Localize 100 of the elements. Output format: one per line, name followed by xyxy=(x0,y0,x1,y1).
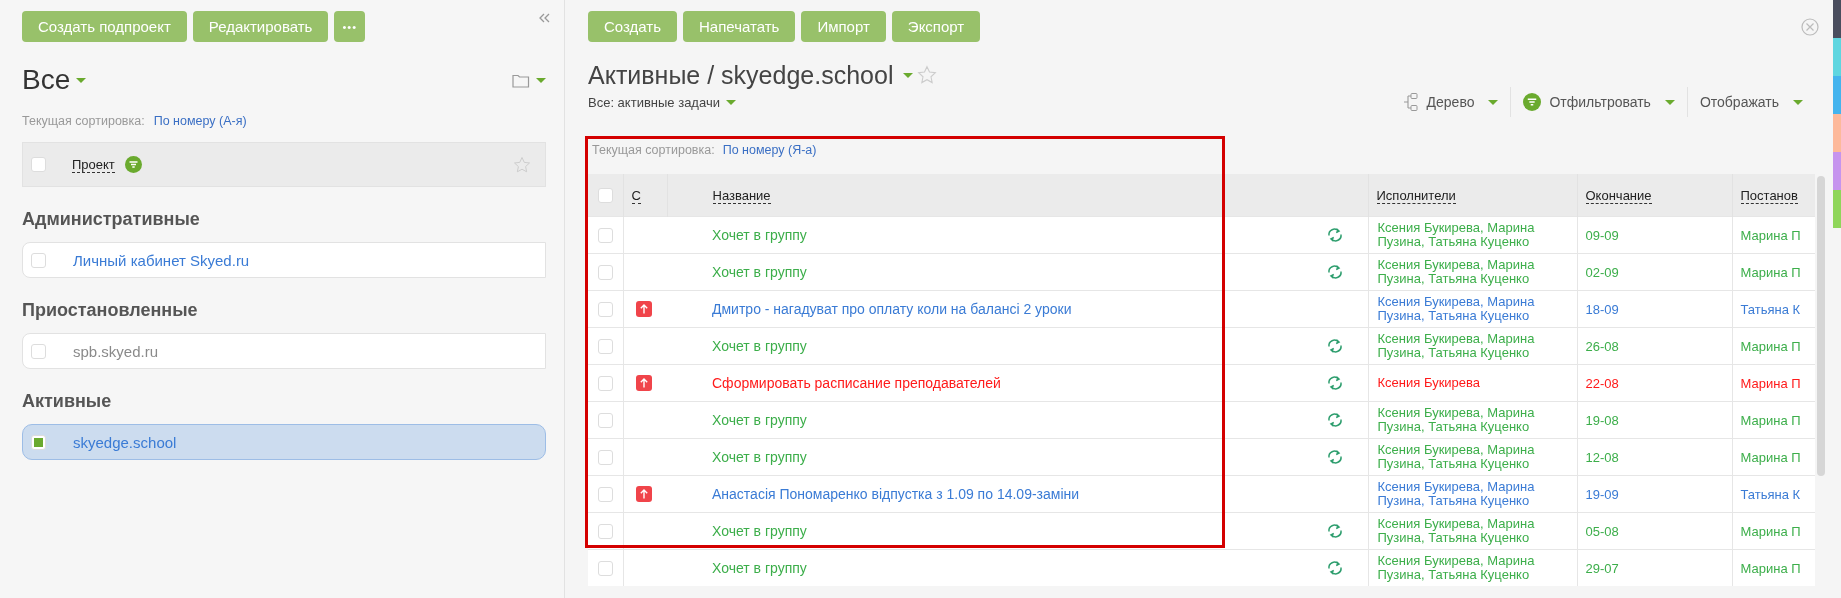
filter-icon[interactable] xyxy=(124,156,142,173)
author-text[interactable]: Марина П xyxy=(1740,264,1801,280)
task-title[interactable]: Сформировать расписание преподавателей xyxy=(712,375,1001,391)
author-text[interactable]: Татьяна К xyxy=(1740,486,1801,502)
task-title[interactable]: Хочет в группу xyxy=(712,412,807,428)
checkbox[interactable] xyxy=(598,561,613,577)
checkbox[interactable] xyxy=(598,376,613,392)
sort-link[interactable]: По номеру (А-я) xyxy=(153,114,247,128)
checkbox[interactable] xyxy=(598,265,613,281)
toolbar-button[interactable]: Редактировать xyxy=(192,11,329,42)
assignees-text[interactable]: Ксения Букирева, Марина Пузина, Татьяна Куценко xyxy=(1377,406,1557,434)
caret-icon[interactable] xyxy=(1664,99,1675,105)
author-text[interactable]: Марина П xyxy=(1740,412,1801,428)
sort-label: Текущая сортировка: xyxy=(592,143,715,157)
author-text[interactable]: Марина П xyxy=(1740,338,1801,354)
assignees-text[interactable]: Ксения Букирева, Марина Пузина, Татьяна Куценко xyxy=(1377,517,1557,545)
checkbox[interactable] xyxy=(31,434,46,450)
toolbar-button[interactable]: Экспорт xyxy=(891,11,981,42)
project-name[interactable]: Личный кабинет Skyed.ru xyxy=(73,251,250,269)
star-icon[interactable] xyxy=(513,155,531,174)
checkbox[interactable] xyxy=(31,252,46,268)
filter-icon[interactable] xyxy=(1523,93,1542,111)
collapse-icon[interactable] xyxy=(538,13,550,23)
color-tab[interactable] xyxy=(1833,38,1841,76)
toolbar-button[interactable]: Напечатать xyxy=(683,11,796,42)
toolbar-button[interactable]: Создать xyxy=(588,11,677,42)
caret-icon[interactable] xyxy=(1793,99,1803,105)
column-header[interactable]: Окончание xyxy=(1585,188,1652,204)
task-title[interactable]: Хочет в группу xyxy=(712,338,807,354)
caret-icon[interactable] xyxy=(725,99,736,105)
color-tab[interactable] xyxy=(1833,0,1841,38)
caret-icon[interactable] xyxy=(903,72,914,78)
column-header[interactable]: Проект xyxy=(72,156,115,173)
due-date: 12-08 xyxy=(1585,449,1619,465)
toolbar-button[interactable]: Импорт xyxy=(801,11,886,42)
due-date: 19-08 xyxy=(1585,412,1619,428)
assignees-text[interactable]: Ксения Букирева, Марина Пузина, Татьяна Куценко xyxy=(1377,221,1557,249)
assignees-text[interactable]: Ксения Букирева, Марина Пузина, Татьяна Куценко xyxy=(1377,443,1557,471)
column-header[interactable]: С xyxy=(631,188,641,204)
checkbox[interactable] xyxy=(31,157,46,172)
close-icon[interactable] xyxy=(1801,17,1819,36)
color-tab[interactable] xyxy=(1833,114,1841,152)
project-name[interactable]: spb.skyed.ru xyxy=(73,342,159,360)
color-tab[interactable] xyxy=(1833,152,1841,190)
author-text[interactable]: Марина П xyxy=(1740,375,1801,391)
task-title[interactable]: Хочет в группу xyxy=(712,264,807,280)
color-tab[interactable] xyxy=(1833,76,1841,114)
checkbox[interactable] xyxy=(598,302,613,318)
task-title[interactable]: Хочет в группу xyxy=(712,449,807,465)
task-title[interactable]: Хочет в группу xyxy=(712,523,807,539)
checkbox[interactable] xyxy=(598,487,613,503)
project-name[interactable]: skyedge.school xyxy=(73,433,177,451)
sort-label: Текущая сортировка: xyxy=(22,114,145,128)
caret-icon[interactable] xyxy=(536,77,546,83)
caret-icon[interactable] xyxy=(76,77,87,83)
checkbox[interactable] xyxy=(598,339,613,355)
assignees-text[interactable]: Ксения Букирева, Марина Пузина, Татьяна Куценко xyxy=(1377,295,1557,323)
assignees-text[interactable]: Ксения Букирева, Марина Пузина, Татьяна Куценко xyxy=(1377,554,1557,582)
more-button[interactable]: ••• xyxy=(334,11,365,42)
scrollbar[interactable] xyxy=(1817,176,1825,476)
checkbox[interactable] xyxy=(598,413,613,429)
task-title[interactable]: Хочет в группу xyxy=(712,227,807,243)
column-header[interactable]: Название xyxy=(712,188,771,204)
checkbox[interactable] xyxy=(598,524,613,540)
toolbar-button[interactable]: Создать подпроект xyxy=(22,11,187,42)
task-title[interactable]: Хочет в группу xyxy=(712,560,807,576)
tree-icon[interactable] xyxy=(1402,93,1419,111)
project-item[interactable]: spb.skyed.ru xyxy=(22,333,546,369)
assignees-text[interactable]: Ксения Букирева, Марина Пузина, Татьяна Куценко xyxy=(1377,258,1557,286)
assignees-text[interactable]: Ксения Букирева, Марина Пузина, Татьяна Куценко xyxy=(1377,480,1557,508)
assignees-text[interactable]: Ксения Букирева xyxy=(1377,376,1557,390)
project-item[interactable]: skyedge.school xyxy=(22,424,546,460)
view-option[interactable]: Отфильтровать xyxy=(1549,94,1651,110)
task-title[interactable]: Анастасія Пономаренко відпустка з 1.09 по 14.09-заміни xyxy=(712,486,1080,502)
view-option[interactable]: Отображать xyxy=(1699,94,1779,110)
caret-icon[interactable] xyxy=(1488,99,1499,105)
view-option[interactable]: Дерево xyxy=(1426,94,1475,110)
task-title[interactable]: Дмитро - нагадуват про оплату коли на балансі 2 уроки xyxy=(712,301,1072,317)
sort-link[interactable]: По номеру (Я-а) xyxy=(722,143,817,157)
checkbox[interactable] xyxy=(598,450,613,466)
column-header[interactable]: Исполнители xyxy=(1376,188,1456,204)
author-text[interactable]: Марина П xyxy=(1740,449,1801,465)
page-title: Активные / skyedge.school xyxy=(588,60,894,90)
assignees-text[interactable]: Ксения Букирева, Марина Пузина, Татьяна Куценко xyxy=(1377,332,1557,360)
author-text[interactable]: Татьяна К xyxy=(1740,301,1801,317)
checkbox[interactable] xyxy=(598,228,613,244)
due-date: 19-09 xyxy=(1585,486,1619,502)
due-date: 29-07 xyxy=(1585,560,1619,576)
filter-dropdown[interactable]: Все: активные задачи xyxy=(588,94,720,110)
star-icon[interactable] xyxy=(917,65,938,85)
author-text[interactable]: Марина П xyxy=(1740,523,1801,539)
checkbox[interactable] xyxy=(598,188,613,204)
folder-icon[interactable] xyxy=(512,72,530,88)
project-item[interactable]: Личный кабинет Skyed.ru xyxy=(22,242,546,278)
author-text[interactable]: Марина П xyxy=(1740,560,1801,576)
sidebar-title[interactable]: Все xyxy=(22,64,71,96)
checkbox[interactable] xyxy=(31,343,46,359)
due-date: 26-08 xyxy=(1585,338,1619,354)
author-text[interactable]: Марина П xyxy=(1740,227,1801,243)
color-tab[interactable] xyxy=(1833,190,1841,228)
